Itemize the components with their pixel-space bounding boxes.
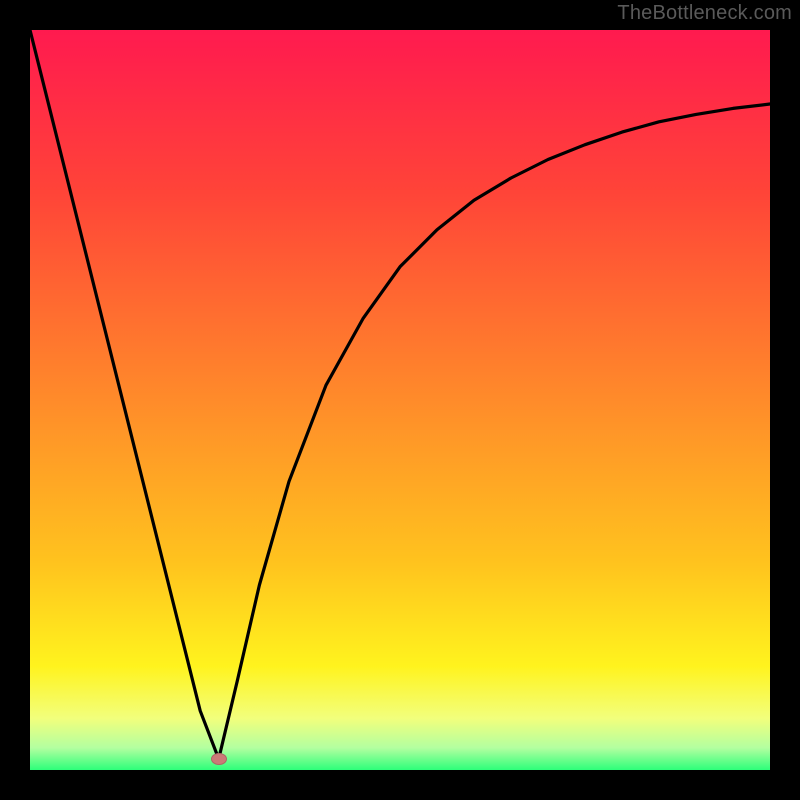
plot-area [30, 30, 770, 770]
curve-path [30, 30, 770, 759]
bottleneck-curve [30, 30, 770, 770]
chart-frame: TheBottleneck.com [0, 0, 800, 800]
watermark-text: TheBottleneck.com [617, 2, 792, 25]
minimum-marker [211, 753, 227, 765]
